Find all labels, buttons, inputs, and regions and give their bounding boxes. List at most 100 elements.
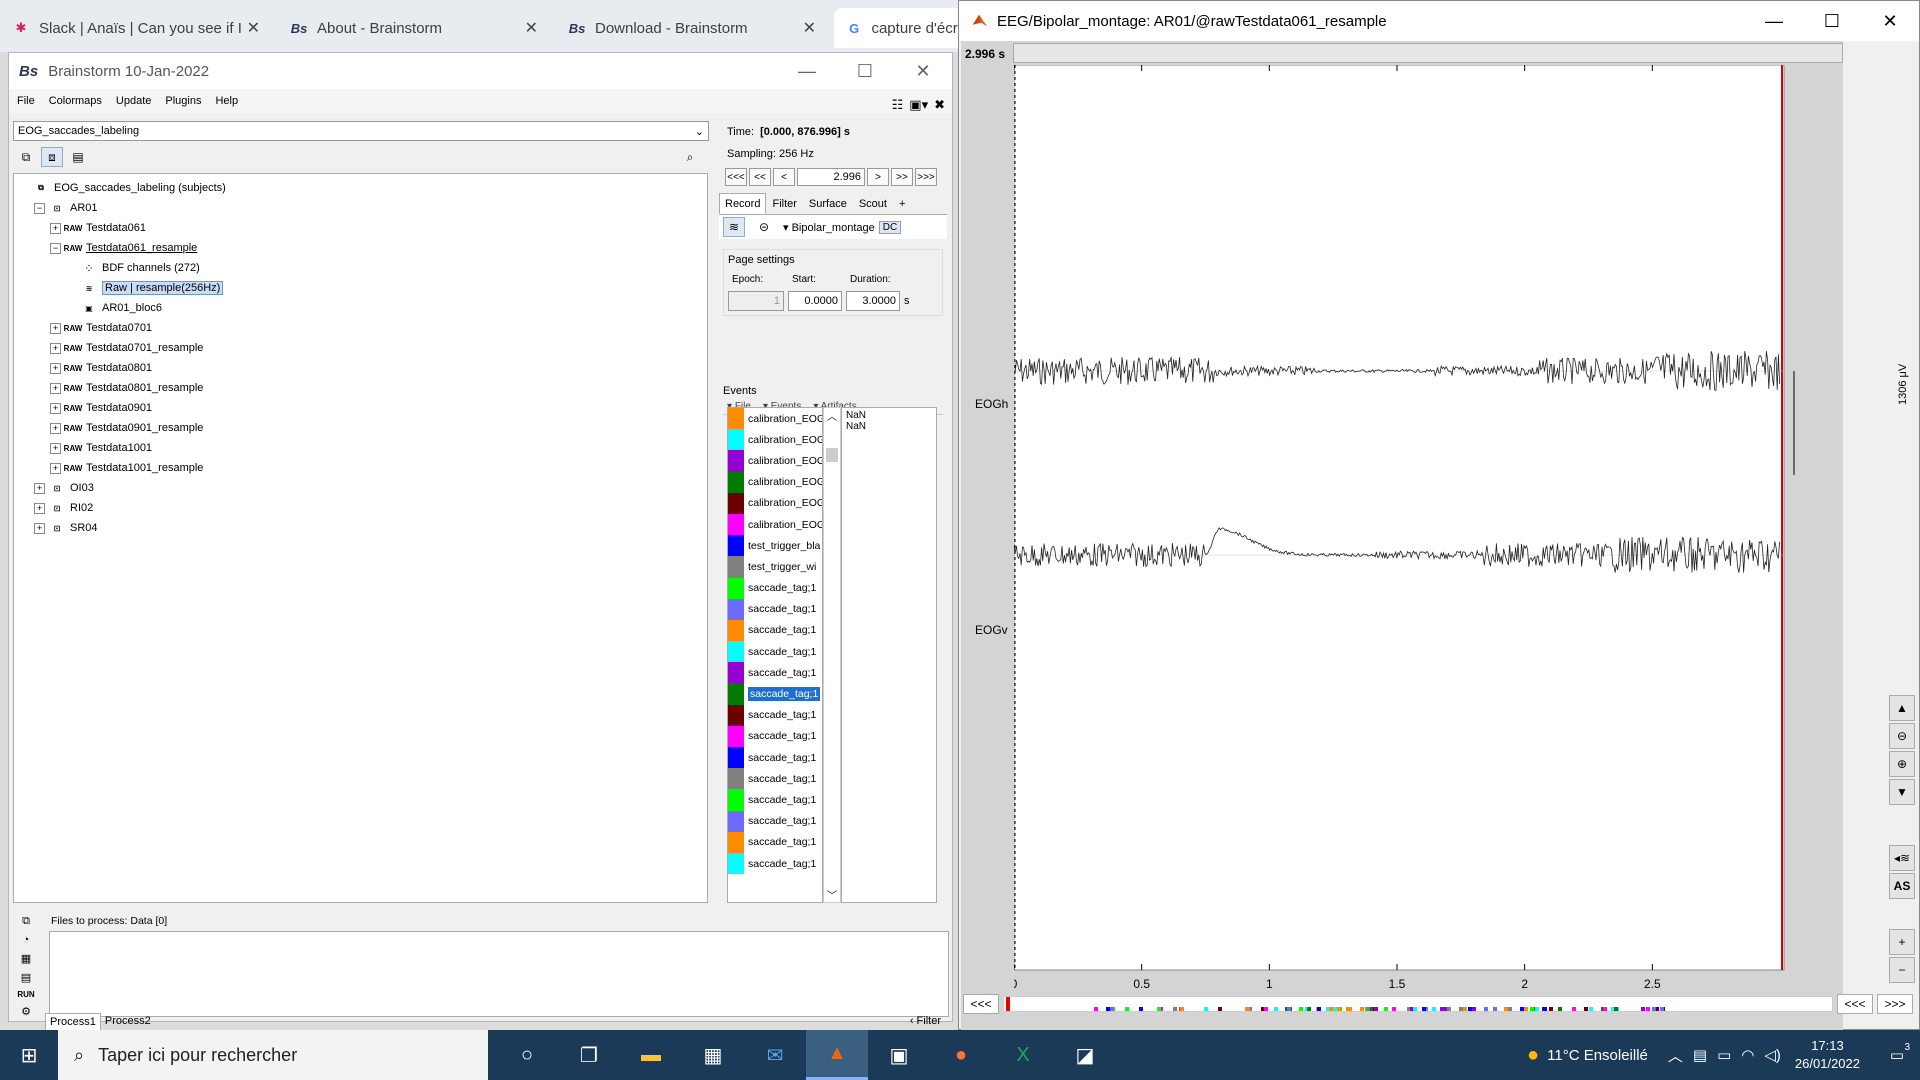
tree-node[interactable]: + RAW Testdata0701_resample <box>18 338 703 358</box>
event-color-swatch[interactable] <box>728 641 744 663</box>
nav-forward-far-button[interactable]: >>> <box>915 168 937 186</box>
events-scrollbar[interactable]: ︿ ﹀ <box>823 407 841 903</box>
expand-icon[interactable]: + <box>34 522 45 534</box>
event-item[interactable]: saccade_tag;1 <box>728 683 822 705</box>
weather-text[interactable]: 11°C Ensoleillé <box>1547 1047 1648 1064</box>
nav-back-far-button[interactable]: <<< <box>725 168 747 186</box>
event-color-swatch[interactable] <box>728 598 744 620</box>
process-file-list[interactable] <box>49 931 949 1017</box>
expand-icon[interactable]: + <box>50 222 61 234</box>
event-item[interactable]: saccade_tag;1 <box>728 577 822 599</box>
event-color-swatch[interactable] <box>728 662 744 684</box>
collapse-icon[interactable]: − <box>34 202 45 214</box>
event-item[interactable]: saccade_tag;1 <box>728 704 822 726</box>
protocol-select[interactable]: EOG_saccades_labeling ⌄ <box>13 121 709 141</box>
event-color-swatch[interactable] <box>728 513 744 536</box>
chevron-down-icon[interactable]: ﹀ <box>824 887 840 902</box>
event-color-swatch[interactable] <box>728 704 744 726</box>
app-icon[interactable]: ◪ <box>1054 1030 1116 1080</box>
event-item[interactable]: saccade_tag;1 <box>728 852 822 875</box>
run-button[interactable]: RUN <box>17 990 34 999</box>
event-color-swatch[interactable] <box>728 810 744 832</box>
browser-tab-google[interactable]: G capture d'écra <box>834 8 970 48</box>
tab-record[interactable]: Record <box>719 193 767 214</box>
maximize-button[interactable]: ☐ <box>836 53 894 89</box>
nav-back-step-button[interactable]: < <box>773 168 795 186</box>
zoom-in-icon[interactable]: ⊕ <box>1889 751 1915 777</box>
event-color-swatch[interactable] <box>728 577 744 599</box>
process-timefreq-icon[interactable]: ▦ <box>21 952 31 965</box>
expand-icon[interactable]: + <box>50 362 61 374</box>
page-back2-button[interactable]: <<< <box>1837 994 1873 1014</box>
expand-icon[interactable]: + <box>50 382 61 394</box>
display-mode-icon[interactable]: ≋ <box>723 217 745 237</box>
current-time-input[interactable]: 2.996 <box>797 168 865 186</box>
tree-node[interactable]: + RAW Testdata0701 <box>18 318 703 338</box>
clock[interactable]: 17:13 26/01/2022 <box>1795 1037 1860 1073</box>
tab-process1[interactable]: Process1 <box>45 1013 101 1031</box>
battery-icon[interactable]: ▭ <box>1717 1046 1731 1064</box>
list-icon[interactable]: ☷ <box>892 97 904 113</box>
event-color-swatch[interactable] <box>728 831 744 853</box>
layout-icon[interactable]: ▣▾ <box>909 97 928 113</box>
event-color-swatch[interactable] <box>728 492 744 514</box>
tab-add[interactable]: + <box>893 193 911 214</box>
epoch-spinner[interactable]: 1 <box>728 291 784 311</box>
tray-chevron-icon[interactable]: ︿ <box>1668 1045 1683 1066</box>
mail-icon[interactable]: ✉ <box>744 1030 806 1080</box>
wifi-icon[interactable]: ◠ <box>1741 1046 1754 1064</box>
event-item[interactable]: calibration_EOG <box>728 471 822 493</box>
process-sources-icon[interactable]: ◔ <box>23 934 30 946</box>
event-item[interactable]: saccade_tag;1 <box>728 725 822 747</box>
tree-node[interactable]: ⁘ BDF channels (272) <box>18 258 703 278</box>
dc-button[interactable]: DC <box>878 220 902 234</box>
nav-back-button[interactable]: << <box>749 168 771 186</box>
event-item[interactable]: calibration_EOG <box>728 492 822 514</box>
tree-node[interactable]: + ⊡ OI03 <box>18 478 703 498</box>
event-item[interactable]: test_trigger_bla <box>728 535 822 557</box>
task-view-icon[interactable]: ❐ <box>558 1030 620 1080</box>
tree-node[interactable]: + ⊡ SR04 <box>18 518 703 538</box>
event-item[interactable]: saccade_tag;1 <box>728 662 822 684</box>
nav-forward-button[interactable]: >> <box>891 168 913 186</box>
page-forward-button[interactable]: >>> <box>1877 994 1913 1014</box>
event-color-swatch[interactable] <box>728 725 744 747</box>
firefox-icon[interactable]: ● <box>930 1030 992 1080</box>
scroll-up-button[interactable]: ▲ <box>1889 695 1915 721</box>
expand-icon[interactable]: + <box>34 502 45 514</box>
duration-input[interactable]: 3.0000 <box>846 291 900 311</box>
close-icon[interactable]: ✕ <box>803 18 816 38</box>
study-view-icon[interactable]: ▤ <box>67 147 89 167</box>
tab-filter[interactable]: Filter <box>766 193 802 214</box>
expand-icon[interactable]: + <box>34 482 45 494</box>
nav-forward-step-button[interactable]: > <box>867 168 889 186</box>
close-button[interactable]: ✕ <box>1861 1 1919 41</box>
event-color-swatch[interactable] <box>728 429 744 451</box>
expand-icon[interactable]: + <box>50 442 61 454</box>
tree-node[interactable]: + ⊡ RI02 <box>18 498 703 518</box>
search-icon[interactable]: ⌕ <box>679 147 701 167</box>
event-item[interactable]: saccade_tag;1 <box>728 747 822 769</box>
expand-icon[interactable]: + <box>50 342 61 354</box>
tree-node[interactable]: + RAW Testdata0801 <box>18 358 703 378</box>
weather-icon[interactable]: ● <box>1527 1044 1539 1067</box>
minimize-button[interactable]: — <box>1745 1 1803 41</box>
gain-decrease-button[interactable]: − <box>1889 957 1915 983</box>
event-item[interactable]: test_trigger_wi <box>728 556 822 578</box>
event-color-swatch[interactable] <box>728 471 744 493</box>
tab-scout[interactable]: Scout <box>853 193 893 214</box>
event-color-swatch[interactable] <box>728 408 744 430</box>
process-data-icon[interactable]: ⧉ <box>22 915 30 928</box>
menu-colormaps[interactable]: Colormaps <box>49 95 102 107</box>
zoom-out-icon[interactable]: ⊖ <box>1889 723 1915 749</box>
expand-icon[interactable]: + <box>50 422 61 434</box>
event-color-swatch[interactable] <box>728 768 744 790</box>
close-icon[interactable]: ✕ <box>525 18 538 38</box>
browser-tab-download[interactable]: Bs Download - Brainstorm ✕ <box>556 8 826 48</box>
event-item[interactable]: saccade_tag;1 <box>728 768 822 790</box>
windows-start-icon[interactable]: ⊞ <box>0 1030 58 1080</box>
butterfly-icon[interactable]: ⊝ <box>753 217 775 237</box>
collapse-icon[interactable]: ◂≋ <box>1889 845 1915 871</box>
expand-icon[interactable]: + <box>50 402 61 414</box>
auto-scale-button[interactable]: AS <box>1889 873 1915 899</box>
